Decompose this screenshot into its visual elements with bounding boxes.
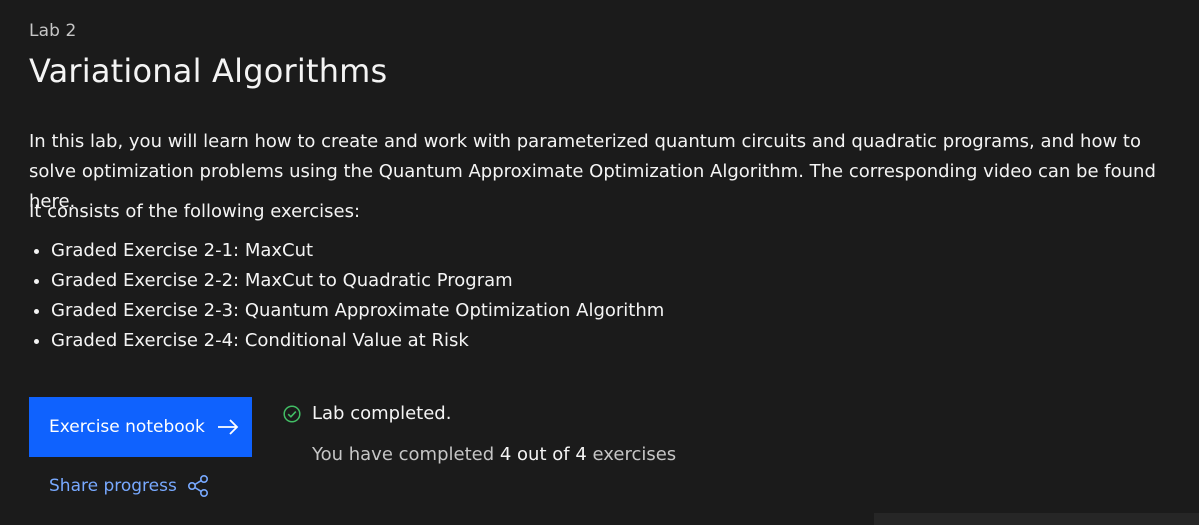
lab-number: Lab 2 [29, 21, 77, 41]
exercises-lead: It consists of the following exercises: [29, 201, 361, 222]
exercise-list: Graded Exercise 2-1: MaxCut Graded Exerc… [29, 236, 664, 356]
status-label: Lab completed. [312, 403, 452, 424]
list-item: Graded Exercise 2-3: Quantum Approximate… [29, 296, 664, 326]
list-item: Graded Exercise 2-2: MaxCut to Quadratic… [29, 266, 664, 296]
checkmark-outline-icon [283, 404, 301, 423]
page-title: Variational Algorithms [29, 52, 388, 90]
exercise-label: Graded Exercise 2-4: Conditional Value a… [51, 330, 469, 351]
arrow-right-icon [217, 419, 239, 435]
lab-page: Lab 2 Variational Algorithms In this lab… [29, 0, 1199, 525]
footer-strip [874, 513, 1199, 525]
progress-suffix: exercises [592, 444, 677, 465]
bullet-icon [34, 339, 39, 344]
list-item: Graded Exercise 2-4: Conditional Value a… [29, 326, 664, 356]
exercise-notebook-button[interactable]: Exercise notebook [29, 397, 252, 457]
progress-summary: You have completed 4 out of 4 exercises [312, 444, 676, 465]
progress-prefix: You have completed [312, 444, 495, 465]
lab-status: Lab completed. [283, 403, 451, 424]
exercise-label: Graded Exercise 2-1: MaxCut [51, 240, 314, 261]
list-item: Graded Exercise 2-1: MaxCut [29, 236, 664, 266]
exercise-notebook-label: Exercise notebook [49, 417, 205, 437]
bullet-icon [34, 249, 39, 254]
bullet-icon [34, 279, 39, 284]
bullet-icon [34, 309, 39, 314]
progress-count: 4 out of 4 [499, 444, 587, 465]
share-progress-link[interactable]: Share progress [49, 474, 211, 498]
share-icon [187, 474, 211, 498]
share-progress-label: Share progress [49, 476, 177, 496]
exercise-label: Graded Exercise 2-3: Quantum Approximate… [51, 300, 665, 321]
exercise-label: Graded Exercise 2-2: MaxCut to Quadratic… [51, 270, 513, 291]
